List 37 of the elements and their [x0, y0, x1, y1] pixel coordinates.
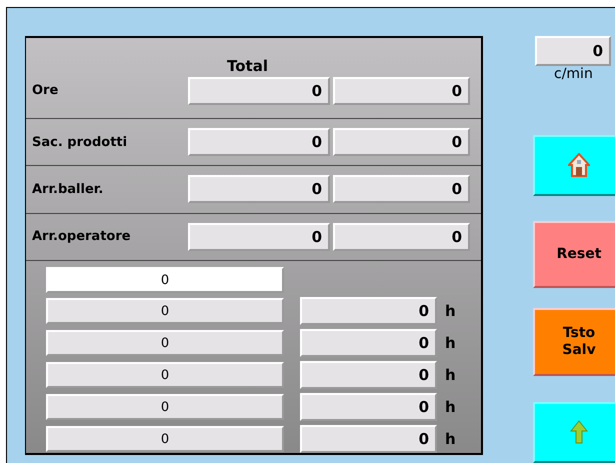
home-button[interactable] — [533, 134, 615, 196]
unit-label: h — [445, 302, 456, 320]
rate-field: 0 — [535, 36, 611, 66]
row-label: Arr.baller. — [32, 182, 104, 197]
value-field: 0 — [188, 175, 330, 204]
value-field[interactable]: 0 — [46, 426, 284, 452]
reset-button[interactable]: Reset — [533, 221, 615, 288]
hours-field: 0 — [300, 297, 437, 326]
unit-label: c/min — [554, 66, 593, 82]
house-icon — [568, 153, 590, 178]
row-label: Sac. prodotti — [32, 134, 128, 150]
value-field: 0 — [333, 175, 470, 204]
up-button[interactable] — [533, 402, 615, 463]
row-label: Ore — [32, 82, 60, 98]
hours-field: 0 — [300, 393, 437, 422]
value-field[interactable]: 0 — [46, 394, 284, 420]
arrow-up-icon — [570, 420, 588, 444]
value-field: 0 — [333, 128, 470, 156]
total-heading: Total — [227, 57, 268, 76]
value-field: 0 — [188, 77, 330, 106]
value-field[interactable]: 0 — [46, 362, 284, 388]
unit-label: h — [445, 430, 456, 448]
value-field: 0 — [333, 77, 470, 106]
value-field: 0 — [188, 128, 330, 156]
hours-field: 0 — [300, 361, 437, 390]
hours-field: 0 — [300, 329, 437, 358]
value-field[interactable]: 0 — [46, 330, 284, 356]
unit-label: h — [445, 334, 456, 352]
hours-field: 0 — [300, 425, 437, 454]
value-field: 0 — [333, 222, 470, 251]
unit-label: h — [445, 398, 456, 416]
value-field: 0 — [188, 222, 330, 251]
value-field[interactable]: 0 — [46, 298, 284, 324]
unit-label: h — [445, 366, 456, 384]
row-label: Arr.operatore — [32, 229, 132, 244]
save-button[interactable]: Tsto Salv — [533, 308, 615, 376]
value-field[interactable]: 0 — [46, 267, 284, 294]
